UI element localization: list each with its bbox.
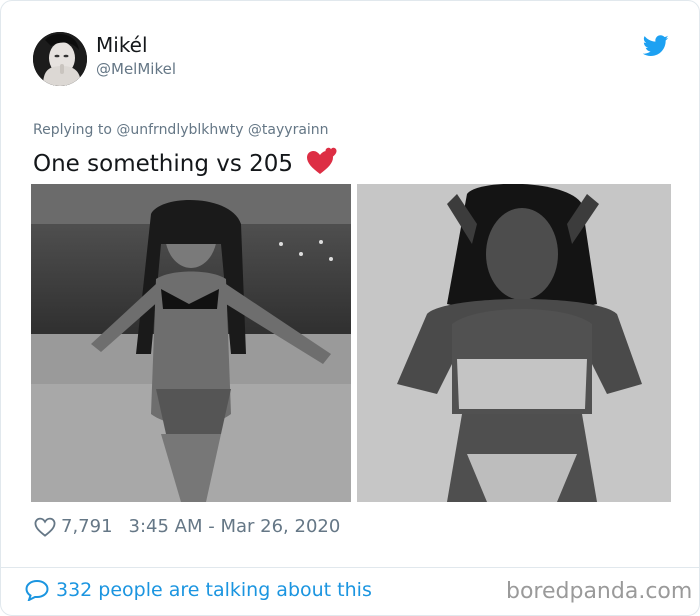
photo-left[interactable]	[31, 184, 351, 502]
timestamp[interactable]: 3:45 AM - Mar 26, 2020	[129, 516, 341, 537]
replying-to[interactable]: Replying to @unfrndlyblkhwty @tayyrainn	[33, 122, 329, 138]
like-count[interactable]: 7,791	[61, 516, 113, 537]
twitter-bird-icon[interactable]	[643, 35, 669, 57]
speech-bubble-icon	[25, 579, 49, 601]
photo-right[interactable]	[357, 184, 671, 502]
tweet-text-content: One something vs 205	[33, 151, 294, 177]
conversation-link[interactable]: 332 people are talking about this	[25, 579, 372, 601]
heart-icon[interactable]	[34, 517, 56, 537]
conversation-link-label: 332 people are talking about this	[56, 579, 372, 601]
watermark: boredpanda.com	[506, 579, 693, 604]
user-handle[interactable]: @MelMikel	[96, 60, 176, 78]
tweet-meta: 7,791 3:45 AM - Mar 26, 2020	[34, 516, 340, 537]
avatar[interactable]	[33, 32, 87, 86]
two-hearts-emoji	[307, 147, 337, 174]
tweet-text: One something vs 205	[33, 145, 338, 177]
display-name[interactable]: Mikél	[96, 33, 148, 57]
tweet-card: Mikél @MelMikel Replying to @unfrndlyblk…	[0, 0, 700, 616]
divider	[1, 567, 699, 568]
